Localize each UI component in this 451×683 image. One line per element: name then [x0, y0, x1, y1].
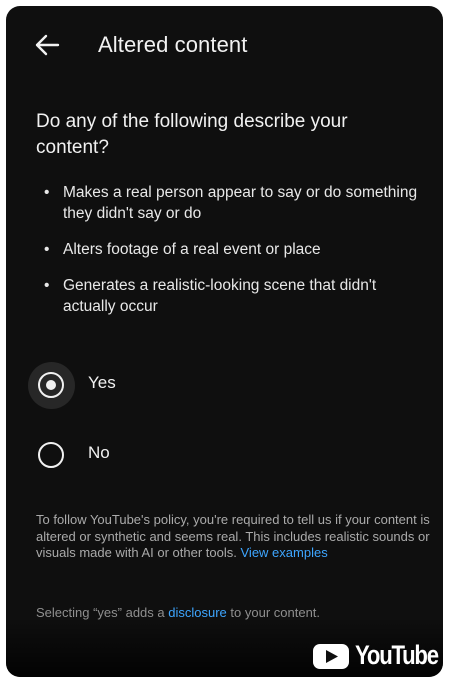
policy-text: To follow YouTube's policy, you're requi… — [36, 512, 431, 562]
back-button[interactable] — [32, 30, 62, 60]
bullet-dot: • — [44, 184, 50, 201]
page-title: Altered content — [98, 32, 248, 57]
description-list: • Makes a real person appear to say or d… — [36, 182, 421, 332]
list-item-text: Alters footage of a real event or place — [63, 241, 321, 258]
radio-label-yes: Yes — [88, 373, 116, 392]
altered-content-screen: Altered content Do any of the following … — [6, 6, 443, 677]
radio-dot — [46, 380, 56, 390]
youtube-watermark: YouTube — [313, 639, 443, 673]
radio-option-yes[interactable]: Yes — [28, 362, 158, 409]
list-item: • Alters footage of a real event or plac… — [36, 239, 421, 260]
list-item: • Generates a realistic-looking scene th… — [36, 275, 421, 317]
arrow-left-icon — [35, 34, 60, 56]
app-bar: Altered content — [6, 6, 443, 82]
radio-option-no[interactable]: No — [38, 440, 158, 470]
question-text: Do any of the following describe your co… — [36, 111, 348, 158]
radio-checked-icon[interactable] — [38, 372, 64, 398]
radio-unchecked-icon[interactable] — [38, 442, 64, 468]
list-item: • Makes a real person appear to say or d… — [36, 182, 421, 224]
bullet-dot: • — [44, 241, 50, 258]
view-examples-link[interactable]: View examples — [241, 545, 328, 560]
radio-label-no: No — [88, 443, 110, 462]
youtube-wordmark: YouTube — [355, 640, 439, 670]
policy-body: To follow YouTube's policy, you're requi… — [36, 512, 430, 560]
youtube-play-icon — [313, 644, 349, 669]
list-item-text: Makes a real person appear to say or do … — [63, 184, 418, 222]
bullet-dot: • — [44, 277, 50, 294]
play-triangle-icon — [326, 650, 338, 663]
list-item-text: Generates a realistic-looking scene that… — [63, 277, 377, 315]
